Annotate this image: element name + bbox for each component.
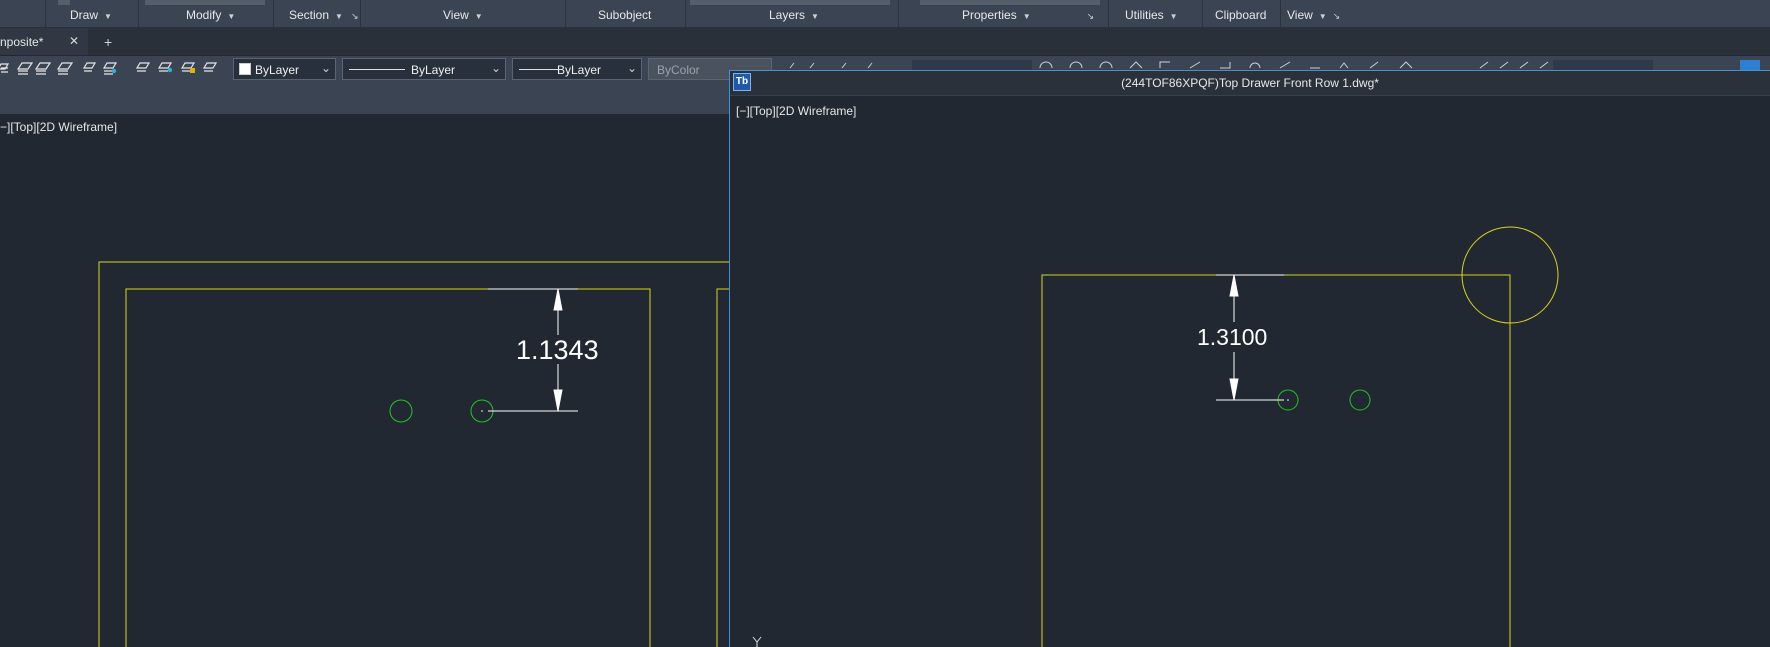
drawer-front-outline xyxy=(1041,274,1511,647)
ucs-axis-icon xyxy=(752,636,762,647)
right-drawing-geometry xyxy=(752,226,1559,647)
dimension-arrowhead xyxy=(1229,274,1239,297)
hole-circle xyxy=(1349,389,1371,411)
dimension-text[interactable]: 1.3100 xyxy=(1197,324,1267,351)
dimension-arrowhead xyxy=(1229,378,1239,401)
